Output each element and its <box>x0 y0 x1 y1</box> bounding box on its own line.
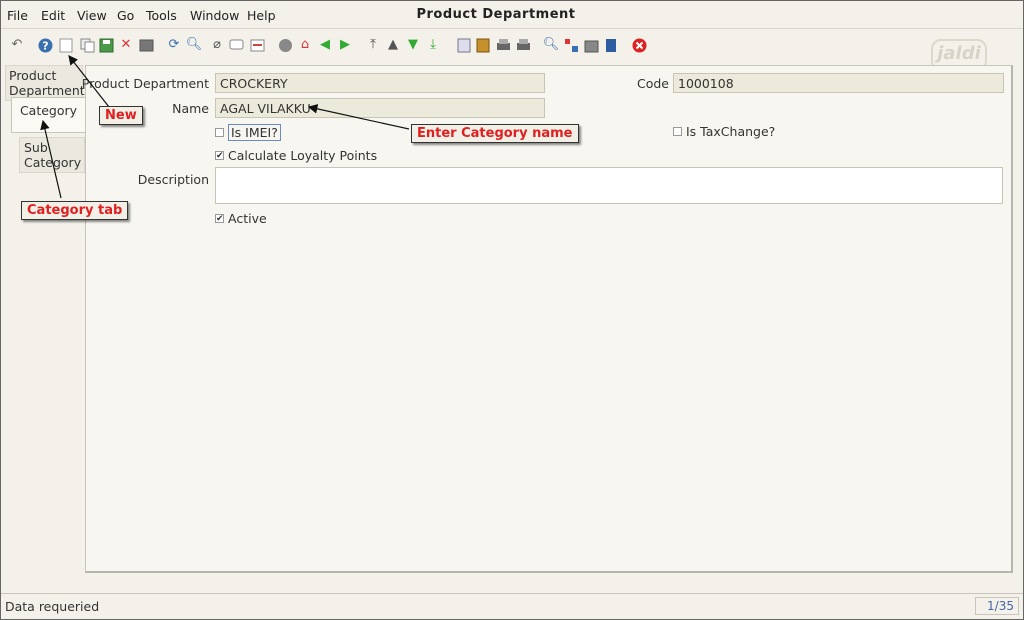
is-imei-label: Is IMEI? <box>228 124 281 141</box>
name-label: Name <box>172 101 209 116</box>
request-icon[interactable] <box>603 37 619 53</box>
description-field[interactable] <box>215 167 1003 204</box>
home-icon[interactable]: ⌂ <box>297 37 313 53</box>
next-icon[interactable]: ▼ <box>405 37 421 53</box>
calculate-loyalty-label: Calculate Loyalty Points <box>228 148 378 163</box>
name-field[interactable]: AGAL VILAKKU <box>215 98 545 118</box>
status-bar: Data requeried 1/35 <box>1 593 1023 619</box>
print2-icon[interactable] <box>515 37 531 53</box>
code-label: Code <box>636 76 669 91</box>
find-icon[interactable]: 🔍︎ <box>186 37 203 53</box>
svg-text:?: ? <box>42 39 48 52</box>
tab-category[interactable]: Category <box>11 97 85 133</box>
tab-sub-category[interactable]: Sub Category <box>19 137 85 173</box>
close-icon[interactable] <box>631 37 647 53</box>
report-icon[interactable] <box>456 37 472 53</box>
calculate-loyalty-checkbox[interactable]: ✔ Calculate Loyalty Points <box>215 148 377 163</box>
save-icon[interactable] <box>98 37 114 53</box>
archive-viewer-icon[interactable] <box>475 37 491 53</box>
print-preview-icon[interactable] <box>138 37 154 53</box>
record-counter[interactable]: 1/35 <box>975 597 1019 615</box>
status-text: Data requeried <box>5 599 100 614</box>
tab-product-department[interactable]: Product Department <box>5 65 85 101</box>
refresh-icon[interactable]: ⟳ <box>166 37 182 53</box>
code-field[interactable]: 1000108 <box>673 73 1004 93</box>
product-department-label: Product Department <box>81 76 209 91</box>
first-icon[interactable]: ⤒ <box>365 37 381 53</box>
is-imei-checkbox[interactable]: Is IMEI? <box>215 124 281 141</box>
enter-category-callout: Enter Category name <box>411 124 579 143</box>
application-window: File Edit View Go Tools Window Help Prod… <box>0 0 1024 620</box>
is-taxchange-label: Is TaxChange? <box>686 124 776 139</box>
active-checkbox[interactable]: ✔ Active <box>215 211 267 226</box>
delete-icon[interactable]: ✕ <box>118 37 134 53</box>
is-imei-box[interactable] <box>215 128 224 137</box>
product-info-icon[interactable] <box>583 37 599 53</box>
calculate-loyalty-box[interactable]: ✔ <box>215 151 224 161</box>
category-tab-callout: Category tab <box>21 201 129 220</box>
print-icon[interactable] <box>495 37 511 53</box>
workflow-icon[interactable] <box>563 37 579 53</box>
active-box[interactable]: ✔ <box>215 214 224 224</box>
history-icon[interactable] <box>249 37 265 53</box>
new-callout: New <box>99 106 143 125</box>
forward-icon[interactable]: ▶ <box>337 37 353 53</box>
toolbar: ↶ ? ✕ ⟳ 🔍︎ ⌀ ⌂ ◀ ▶ ⤒ ▲ ▼ ⤓ 🔍︎ <box>1 29 1023 63</box>
active-label: Active <box>228 211 267 226</box>
help-icon[interactable]: ? <box>37 37 53 53</box>
undo-icon[interactable]: ↶ <box>9 37 25 53</box>
is-taxchange-box[interactable] <box>673 127 682 136</box>
previous-icon[interactable]: ▲ <box>385 37 401 53</box>
window-title: Product Department <box>416 7 576 22</box>
attachment-icon[interactable]: ⌀ <box>209 37 225 53</box>
is-taxchange-checkbox[interactable]: Is TaxChange? <box>673 124 775 139</box>
description-label: Description <box>137 172 209 187</box>
menu-bar: File Edit View Go Tools Window Help Prod… <box>1 1 1023 29</box>
copy-icon[interactable] <box>79 37 95 53</box>
last-icon[interactable]: ⤓ <box>425 37 441 53</box>
product-department-field[interactable]: CROCKERY <box>215 73 545 93</box>
back-icon[interactable]: ◀ <box>317 37 333 53</box>
archive-icon[interactable] <box>277 37 293 53</box>
zoom-icon[interactable]: 🔍︎ <box>543 37 560 53</box>
chat-icon[interactable] <box>228 37 244 53</box>
new-icon[interactable] <box>58 37 74 53</box>
